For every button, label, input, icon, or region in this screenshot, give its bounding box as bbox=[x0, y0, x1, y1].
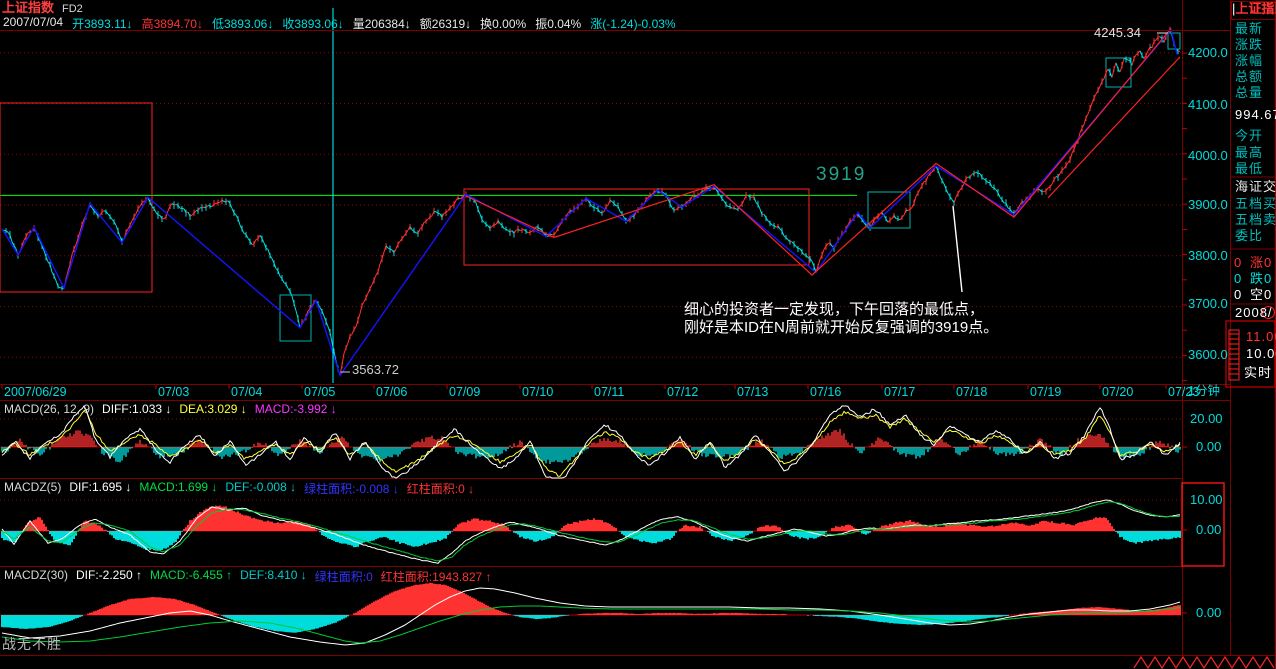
indicator-value: MACD(26, 12, 9) bbox=[4, 402, 94, 416]
date-label: 07/12 bbox=[667, 386, 698, 400]
sidebar-label: 总额 bbox=[1235, 70, 1263, 84]
y-axis-label: 4000.0 bbox=[1188, 149, 1228, 163]
indicator-value: MACDZ(30) bbox=[4, 568, 68, 585]
date-label: 07/23 bbox=[1168, 386, 1199, 400]
indicator-header: MACDZ(30) DIF:-2.250 ↑ MACD:-6.455 ↑ DEF:8.… bbox=[4, 568, 492, 585]
price-level-3919-label: 3919 bbox=[816, 165, 866, 186]
sidebar-label: 涨幅 bbox=[1235, 54, 1263, 68]
y-axis-label: 4100.0 bbox=[1188, 98, 1228, 112]
indicator-value: 绿柱面积:0 bbox=[315, 568, 373, 585]
date-label: 07/16 bbox=[810, 386, 841, 400]
sidebar-value: 0 bbox=[1234, 272, 1241, 286]
indicator-value: DEA:3.029 ↓ bbox=[179, 402, 246, 416]
date-label: 07/17 bbox=[884, 386, 915, 400]
y-axis-label: 3700.0 bbox=[1188, 297, 1228, 311]
date-label: 07/04 bbox=[231, 386, 262, 400]
sidebar-stock-name: 上证指 bbox=[1235, 1, 1274, 16]
date-label: 07/20 bbox=[1102, 386, 1133, 400]
sidebar-value: 0 bbox=[1234, 288, 1241, 302]
sidebar-label: 海证交 bbox=[1235, 180, 1276, 194]
y-axis-label: 4200.0 bbox=[1188, 46, 1228, 60]
sidebar-label: 最低 bbox=[1235, 162, 1263, 176]
indicator-value: 红柱面积:0 ↓ bbox=[407, 480, 474, 497]
ohlc-info-bar: 2007/07/04 开3893.11↓ 高3894.70↓ 低3893.06↓ 收38… bbox=[3, 15, 676, 32]
low-price-label: 3563.72 bbox=[352, 363, 399, 377]
ohlc-field: 量206384↓ bbox=[353, 15, 411, 32]
sidebar-label: 实时 bbox=[1244, 366, 1272, 380]
watermark-text: 战无不胜 bbox=[2, 637, 62, 652]
sidebar-label: 今开 bbox=[1235, 129, 1263, 143]
date-label: 07/06 bbox=[376, 386, 407, 400]
sidebar-label: 994.67 bbox=[1235, 108, 1276, 122]
sidebar-label: 最新 bbox=[1235, 22, 1263, 36]
date-label: 07/09 bbox=[449, 386, 480, 400]
indicator-value: DEF:-0.008 ↓ bbox=[225, 480, 296, 497]
stock-code-tag: FD2 bbox=[62, 3, 83, 15]
indicator-value: 红柱面积:1943.827 ↑ bbox=[381, 568, 492, 585]
sidebar-label: 跌0 bbox=[1250, 272, 1272, 286]
sidebar-label: 五档买 bbox=[1235, 197, 1276, 211]
ohlc-field: 开3893.11↓ bbox=[72, 15, 133, 32]
indicator-value: MACD:-6.455 ↑ bbox=[150, 568, 232, 585]
ohlc-field: 额26319↓ bbox=[420, 15, 471, 32]
ohlc-field: 低3893.06↓ bbox=[212, 15, 273, 32]
ohlc-field: 2007/07/04 bbox=[3, 15, 63, 32]
indicator-header: MACD(26, 12, 9) DIFF:1.033 ↓ DEA:3.029 ↓ MA… bbox=[4, 402, 337, 416]
y-axis-label: 3600.0 bbox=[1188, 348, 1228, 362]
ohlc-field: 高3894.70↓ bbox=[142, 15, 203, 32]
sidebar-stock-header[interactable]: |上证指 bbox=[1231, 1, 1276, 20]
indicator-value: DIF:1.695 ↓ bbox=[69, 480, 131, 497]
indicator-value: 绿柱面积:-0.008 ↓ bbox=[304, 480, 399, 497]
y-axis-label: 3800.0 bbox=[1188, 249, 1228, 263]
annotation-note-line1: 细心的投资者一定发现，下午回落的最低点， bbox=[684, 302, 984, 319]
ohlc-field: 涨(-1.24)-0.03% bbox=[590, 15, 675, 32]
sidebar-value: 0 bbox=[1234, 256, 1241, 270]
sidebar-label: 总量 bbox=[1235, 86, 1263, 100]
stock-title[interactable]: 上证指数 bbox=[2, 1, 54, 15]
date-label: 07/03 bbox=[158, 386, 189, 400]
date-label: 2007/06/29 bbox=[4, 386, 67, 400]
indicator-header: MACDZ(5) DIF:1.695 ↓ MACD:1.699 ↓ DEF:-0.00… bbox=[4, 480, 474, 497]
sidebar-label: 委比 bbox=[1235, 229, 1263, 243]
date-label: 07/10 bbox=[522, 386, 553, 400]
annotation-note-line2: 刚好是本ID在N周前就开始反复强调的3919点。 bbox=[684, 320, 998, 337]
panel-axis-label: 10.00 bbox=[1190, 493, 1223, 507]
peak-price-label: 4245.34 bbox=[1094, 26, 1141, 40]
panel-axis-label: 0.00 bbox=[1196, 440, 1221, 454]
sidebar-label: 涨0 bbox=[1250, 256, 1272, 270]
sidebar-label: 11.00 bbox=[1246, 330, 1276, 344]
indicator-value: MACD:1.699 ↓ bbox=[139, 480, 217, 497]
panel-axis-label: 0.00 bbox=[1196, 606, 1221, 620]
sidebar-label: 10.00 bbox=[1246, 347, 1276, 361]
y-axis-label: 3900.0 bbox=[1188, 198, 1228, 212]
date-label: 07/13 bbox=[737, 386, 768, 400]
panel-axis-label: 0.00 bbox=[1196, 523, 1221, 537]
ohlc-field: 换0.00% bbox=[480, 15, 526, 32]
sidebar-label: 最高 bbox=[1235, 146, 1263, 160]
sidebar-label: 2008/ bbox=[1235, 306, 1273, 320]
panel-axis-label: 20.00 bbox=[1190, 412, 1223, 426]
indicator-value: DEF:8.410 ↓ bbox=[240, 568, 307, 585]
date-label: 07/19 bbox=[1030, 386, 1061, 400]
date-label: 07/18 bbox=[956, 386, 987, 400]
indicator-value: MACDZ(5) bbox=[4, 480, 61, 497]
indicator-value: MACD:-3.992 ↓ bbox=[255, 402, 337, 416]
indicator-value: DIF:-2.250 ↑ bbox=[76, 568, 142, 585]
sidebar-label: 涨跌 bbox=[1235, 38, 1263, 52]
ohlc-field: 收3893.06↓ bbox=[282, 15, 343, 32]
date-label: 07/05 bbox=[304, 386, 335, 400]
indicator-value: DIFF:1.033 ↓ bbox=[102, 402, 171, 416]
ohlc-field: 振0.04% bbox=[535, 15, 581, 32]
sidebar-label: 五档卖 bbox=[1235, 213, 1276, 227]
trading-app-window: 上证指数 FD2 2007/07/04 开3893.11↓ 高3894.70↓ 低38… bbox=[0, 0, 1276, 669]
date-label: 07/11 bbox=[594, 386, 624, 400]
sidebar-label: 空0 bbox=[1250, 288, 1272, 302]
